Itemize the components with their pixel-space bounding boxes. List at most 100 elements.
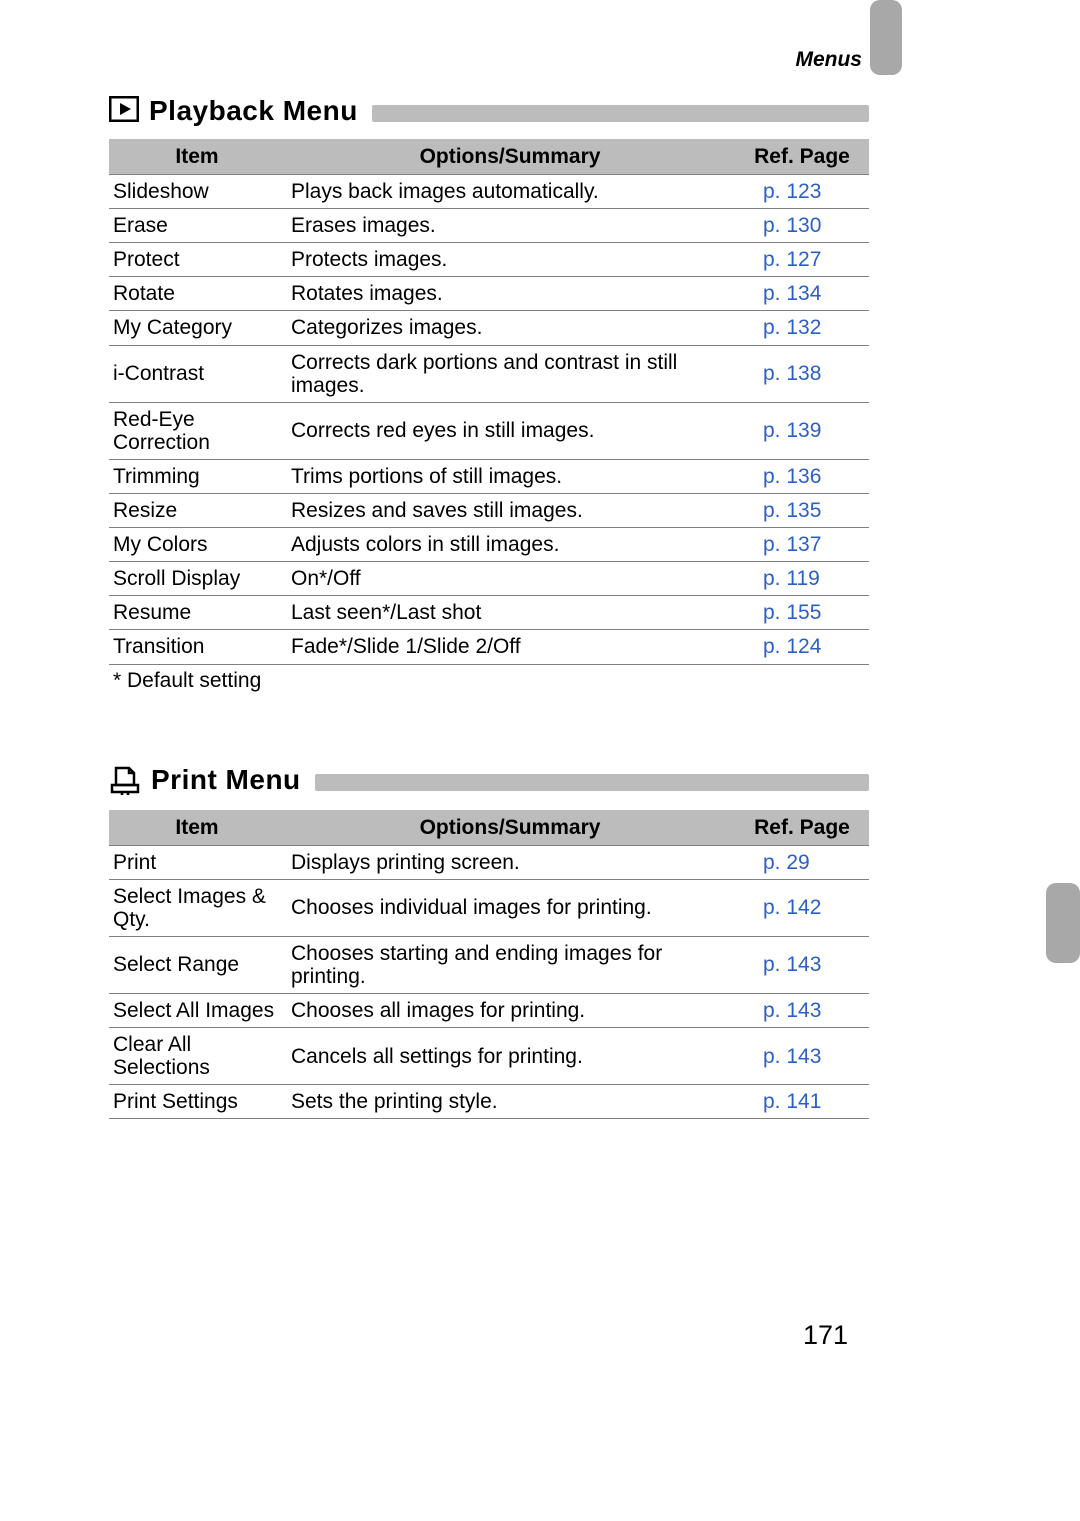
cell-item: Red-Eye Correction: [109, 402, 285, 459]
page-reference-link[interactable]: p. 119: [763, 567, 820, 590]
top-thumb-tab: [870, 0, 902, 75]
cell-options: Last seen*/Last shot: [285, 596, 735, 630]
cell-options: Chooses starting and ending images for p…: [285, 936, 735, 993]
cell-item: Select Images & Qty.: [109, 879, 285, 936]
page-reference-link[interactable]: p. 124: [763, 635, 821, 658]
cell-item: Rotate: [109, 277, 285, 311]
page-reference-link[interactable]: p. 142: [763, 896, 821, 919]
page-reference-link[interactable]: p. 143: [763, 999, 821, 1022]
default-setting-footnote: * Default setting: [109, 665, 869, 693]
cell-options: Chooses individual images for printing.: [285, 879, 735, 936]
cell-item: Erase: [109, 209, 285, 243]
cell-item: My Colors: [109, 528, 285, 562]
page-reference-link[interactable]: p. 130: [763, 214, 821, 237]
print-menu-title: Print Menu: [151, 764, 301, 796]
playback-icon: [109, 96, 139, 127]
cell-item: Transition: [109, 630, 285, 664]
col-header-options: Options/Summary: [285, 139, 735, 175]
cell-options: Sets the printing style.: [285, 1085, 735, 1119]
cell-item: Print Settings: [109, 1085, 285, 1119]
page-reference-link[interactable]: p. 135: [763, 499, 821, 522]
playback-menu-table: Item Options/Summary Ref. Page Slideshow…: [109, 139, 869, 665]
table-row: TrimmingTrims portions of still images. p…: [109, 459, 869, 493]
cell-ref-page: p. 142: [735, 879, 869, 936]
cell-ref-page: p. 123: [735, 175, 869, 209]
page-reference-link[interactable]: p. 127: [763, 248, 821, 271]
cell-ref-page: p. 137: [735, 528, 869, 562]
page-reference-link[interactable]: p. 134: [763, 282, 821, 305]
cell-options: Rotates images.: [285, 277, 735, 311]
col-header-item: Item: [109, 810, 285, 846]
cell-ref-page: p. 138: [735, 345, 869, 402]
cell-item: Clear All Selections: [109, 1028, 285, 1085]
table-row: ProtectProtects images.p. 127: [109, 243, 869, 277]
col-header-ref: Ref. Page: [735, 139, 869, 175]
page-reference-link[interactable]: p. 137: [763, 533, 821, 556]
table-row: ResizeResizes and saves still images. p. …: [109, 494, 869, 528]
page-number: 171: [803, 1320, 848, 1351]
col-header-options: Options/Summary: [285, 810, 735, 846]
cell-item: i-Contrast: [109, 345, 285, 402]
table-row: Select All ImagesChooses all images for …: [109, 994, 869, 1028]
section-label: Menus: [795, 48, 862, 72]
cell-ref-page: p. 132: [735, 311, 869, 345]
cell-ref-page: p. 29: [735, 845, 869, 879]
cell-ref-page: p. 155: [735, 596, 869, 630]
table-header-row: Item Options/Summary Ref. Page: [109, 810, 869, 846]
cell-ref-page: p. 119: [735, 562, 869, 596]
page-reference-link[interactable]: p. 29: [763, 851, 810, 874]
table-row: Select Images & Qty.Chooses individual i…: [109, 879, 869, 936]
cell-item: Resize: [109, 494, 285, 528]
cell-options: Fade*/Slide 1/Slide 2/Off: [285, 630, 735, 664]
cell-ref-page: p. 135: [735, 494, 869, 528]
cell-options: Chooses all images for printing.: [285, 994, 735, 1028]
page-content: Playback Menu Item Options/Summary Ref. …: [109, 95, 869, 1119]
col-header-item: Item: [109, 139, 285, 175]
cell-ref-page: p. 143: [735, 994, 869, 1028]
cell-ref-page: p. 143: [735, 936, 869, 993]
cell-ref-page: p. 136: [735, 459, 869, 493]
table-row: Print SettingsSets the printing style. p.…: [109, 1085, 869, 1119]
cell-item: Slideshow: [109, 175, 285, 209]
table-row: Clear All SelectionsCancels all settings…: [109, 1028, 869, 1085]
cell-options: Categorizes images.: [285, 311, 735, 345]
cell-item: Trimming: [109, 459, 285, 493]
cell-options: Resizes and saves still images.: [285, 494, 735, 528]
page-reference-link[interactable]: p. 123: [763, 180, 821, 203]
col-header-ref: Ref. Page: [735, 810, 869, 846]
table-row: My CategoryCategorizes images.p. 132: [109, 311, 869, 345]
cell-ref-page: p. 139: [735, 402, 869, 459]
cell-options: Trims portions of still images.: [285, 459, 735, 493]
cell-item: Scroll Display: [109, 562, 285, 596]
print-icon: [109, 763, 141, 798]
playback-menu-title: Playback Menu: [149, 95, 358, 127]
page-reference-link[interactable]: p. 143: [763, 1045, 821, 1068]
table-row: RotateRotates images. p. 134: [109, 277, 869, 311]
table-row: Scroll DisplayOn*/Offp. 119: [109, 562, 869, 596]
print-menu-table: Item Options/Summary Ref. Page PrintDisp…: [109, 810, 869, 1120]
page-reference-link[interactable]: p. 155: [763, 601, 821, 624]
heading-rule: [315, 774, 869, 791]
cell-item: Select All Images: [109, 994, 285, 1028]
table-row: TransitionFade*/Slide 1/Slide 2/Off p. 12…: [109, 630, 869, 664]
table-row: Select RangeChooses starting and ending …: [109, 936, 869, 993]
cell-ref-page: p. 124: [735, 630, 869, 664]
table-row: SlideshowPlays back images automatically…: [109, 175, 869, 209]
side-thumb-tab: [1046, 883, 1080, 963]
page-reference-link[interactable]: p. 139: [763, 419, 821, 442]
cell-options: Corrects dark portions and contrast in s…: [285, 345, 735, 402]
page-reference-link[interactable]: p. 132: [763, 316, 821, 339]
table-row: ResumeLast seen*/Last shot p. 155: [109, 596, 869, 630]
page-reference-link[interactable]: p. 143: [763, 953, 821, 976]
cell-ref-page: p. 134: [735, 277, 869, 311]
cell-item: Resume: [109, 596, 285, 630]
table-row: EraseErases images. p. 130: [109, 209, 869, 243]
page-reference-link[interactable]: p. 141: [763, 1090, 821, 1113]
page-reference-link[interactable]: p. 138: [763, 362, 821, 385]
table-row: i-ContrastCorrects dark portions and con…: [109, 345, 869, 402]
manual-page: Menus Playback Menu Item Options/Summary…: [0, 0, 1080, 1521]
cell-ref-page: p. 141: [735, 1085, 869, 1119]
cell-options: Erases images.: [285, 209, 735, 243]
cell-options: Adjusts colors in still images.: [285, 528, 735, 562]
page-reference-link[interactable]: p. 136: [763, 465, 821, 488]
